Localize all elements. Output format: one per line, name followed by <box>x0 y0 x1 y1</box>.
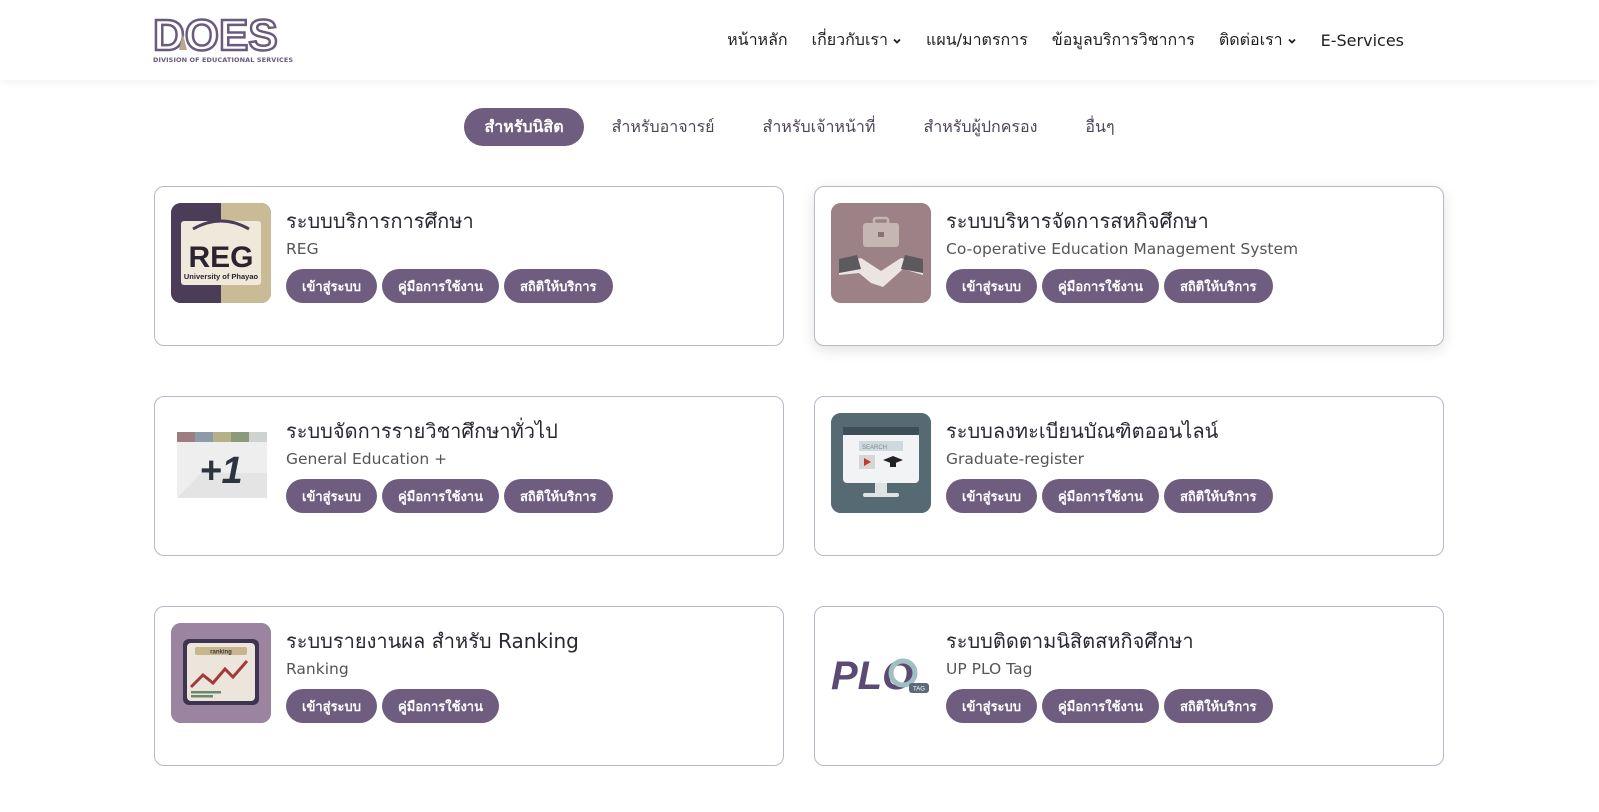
nav-contact-label: ติดต่อเรา <box>1218 30 1283 49</box>
card-actions: เข้าสู่ระบบ คู่มือการใช้งาน สถิติให้บริก… <box>286 479 613 513</box>
service-card-ranking: ranking ระบบรายงานผล สำหรับ Ranking Rank… <box>154 606 784 766</box>
card-subtitle: Co-operative Education Management System <box>946 240 1299 258</box>
login-button[interactable]: เข้าสู่ระบบ <box>286 479 378 513</box>
manual-button[interactable]: คู่มือการใช้งาน <box>1042 269 1159 303</box>
nav-about-label: เกี่ยวกับเรา <box>811 30 888 49</box>
card-subtitle: Graduate-register <box>946 450 1085 468</box>
service-card-coop: ระบบบริหารจัดการสหกิจศึกษา Co-operative … <box>814 186 1444 346</box>
card-title: ระบบบริหารจัดการสหกิจศึกษา <box>946 209 1209 233</box>
card-title: ระบบบริการการศึกษา <box>286 209 474 233</box>
card-title: ระบบรายงานผล สำหรับ Ranking <box>286 629 579 653</box>
nav-about[interactable]: เกี่ยวกับเรา <box>812 28 902 53</box>
reg-icon-caption: University of Phayao <box>184 272 259 281</box>
site-header: DOES DIVISION OF EDUCATIONAL SERVICES หน… <box>0 0 1599 80</box>
tab-staff[interactable]: สำหรับเจ้าหน้าที่ <box>743 108 896 146</box>
service-card-reg: REG University of Phayao ระบบบริการการศึ… <box>154 186 784 346</box>
monitor-graduate-icon[interactable]: SEARCH <box>831 413 931 513</box>
manual-button[interactable]: คู่มือการใช้งาน <box>1042 689 1159 723</box>
nav-eservices[interactable]: E-Services <box>1321 31 1404 50</box>
reg-logo-icon[interactable]: REG University of Phayao <box>171 203 271 303</box>
card-actions: เข้าสู่ระบบ คู่มือการใช้งาน สถิติให้บริก… <box>946 269 1273 303</box>
card-subtitle: UP PLO Tag <box>946 660 1033 678</box>
nav-plans[interactable]: แผน/มาตรการ <box>926 28 1028 53</box>
statistics-button[interactable]: สถิติให้บริการ <box>503 269 613 303</box>
manual-button[interactable]: คู่มือการใช้งาน <box>1042 479 1159 513</box>
does-logo-mark-icon: DOES <box>152 10 279 62</box>
service-card-plo: PLO TAG ระบบติดตามนิสิตสหกิจศึกษา UP PLO… <box>814 606 1444 766</box>
tab-others[interactable]: อื่นๆ <box>1065 108 1134 146</box>
plo-tag-text: TAG <box>913 687 925 693</box>
nav-academic-info-label: ข้อมูลบริการวิชาการ <box>1051 30 1195 49</box>
card-actions: เข้าสู่ระบบ คู่มือการใช้งาน <box>286 689 499 723</box>
card-title: ระบบจัดการรายวิชาศึกษาทั่วไป <box>286 419 558 443</box>
logo-subtitle: DIVISION OF EDUCATIONAL SERVICES <box>153 56 294 64</box>
nav-home-label: หน้าหลัก <box>727 30 788 49</box>
site-logo[interactable]: DOES DIVISION OF EDUCATIONAL SERVICES <box>152 10 294 68</box>
manual-button[interactable]: คู่มือการใช้งาน <box>382 269 499 303</box>
service-card-graduate: SEARCH ระบบลงทะเบียนบัณฑิตออนไลน์ Gradua… <box>814 396 1444 556</box>
ranking-label-text: ranking <box>210 650 232 656</box>
statistics-button[interactable]: สถิติให้บริการ <box>1163 269 1273 303</box>
manual-button[interactable]: คู่มือการใช้งาน <box>382 689 499 723</box>
login-button[interactable]: เข้าสู่ระบบ <box>286 689 378 723</box>
card-subtitle: Ranking <box>286 660 349 678</box>
card-subtitle: REG <box>286 240 319 258</box>
card-subtitle: General Education + <box>286 450 448 468</box>
card-actions: เข้าสู่ระบบ คู่มือการใช้งาน สถิติให้บริก… <box>946 689 1273 723</box>
card-actions: เข้าสู่ระบบ คู่มือการใช้งาน สถิติให้บริก… <box>286 269 613 303</box>
nav-academic-info[interactable]: ข้อมูลบริการวิชาการ <box>1052 28 1195 53</box>
login-button[interactable]: เข้าสู่ระบบ <box>946 479 1038 513</box>
reg-icon-text: REG <box>188 241 253 274</box>
tab-teachers[interactable]: สำหรับอาจารย์ <box>592 108 735 146</box>
chevron-down-icon <box>1288 38 1296 44</box>
nav-eservices-label: E-Services <box>1320 31 1404 50</box>
svg-text:DOES: DOES <box>153 12 278 56</box>
nav-home[interactable]: หน้าหลัก <box>727 28 788 53</box>
search-label-text: SEARCH <box>862 445 887 451</box>
login-button[interactable]: เข้าสู่ระบบ <box>946 689 1038 723</box>
card-title: ระบบติดตามนิสิตสหกิจศึกษา <box>946 629 1194 653</box>
plus-one-text: +1 <box>199 450 242 492</box>
statistics-button[interactable]: สถิติให้บริการ <box>503 479 613 513</box>
card-title: ระบบลงทะเบียนบัณฑิตออนไลน์ <box>946 419 1219 443</box>
nav-plans-label: แผน/มาตรการ <box>926 30 1028 49</box>
manual-button[interactable]: คู่มือการใช้งาน <box>382 479 499 513</box>
main-nav: หน้าหลัก เกี่ยวกับเรา แผน/มาตรการ ข้อมูล… <box>727 28 1404 53</box>
plo-tag-logo-icon[interactable]: PLO TAG <box>831 623 931 723</box>
tab-parents[interactable]: สำหรับผู้ปกครอง <box>903 108 1057 146</box>
login-button[interactable]: เข้าสู่ระบบ <box>286 269 378 303</box>
login-button[interactable]: เข้าสู่ระบบ <box>946 269 1038 303</box>
chevron-down-icon <box>893 38 901 44</box>
statistics-button[interactable]: สถิติให้บริการ <box>1163 689 1273 723</box>
nav-contact[interactable]: ติดต่อเรา <box>1219 28 1297 53</box>
plus-one-icon[interactable]: +1 <box>171 413 271 513</box>
handshake-icon[interactable] <box>831 203 931 303</box>
tab-students[interactable]: สำหรับนิสิต <box>464 108 584 146</box>
audience-tabs: สำหรับนิสิต สำหรับอาจารย์ สำหรับเจ้าหน้า… <box>0 108 1599 146</box>
service-card-gened: +1 ระบบจัดการรายวิชาศึกษาทั่วไป General … <box>154 396 784 556</box>
ranking-chart-icon[interactable]: ranking <box>171 623 271 723</box>
statistics-button[interactable]: สถิติให้บริการ <box>1163 479 1273 513</box>
card-actions: เข้าสู่ระบบ คู่มือการใช้งาน สถิติให้บริก… <box>946 479 1273 513</box>
